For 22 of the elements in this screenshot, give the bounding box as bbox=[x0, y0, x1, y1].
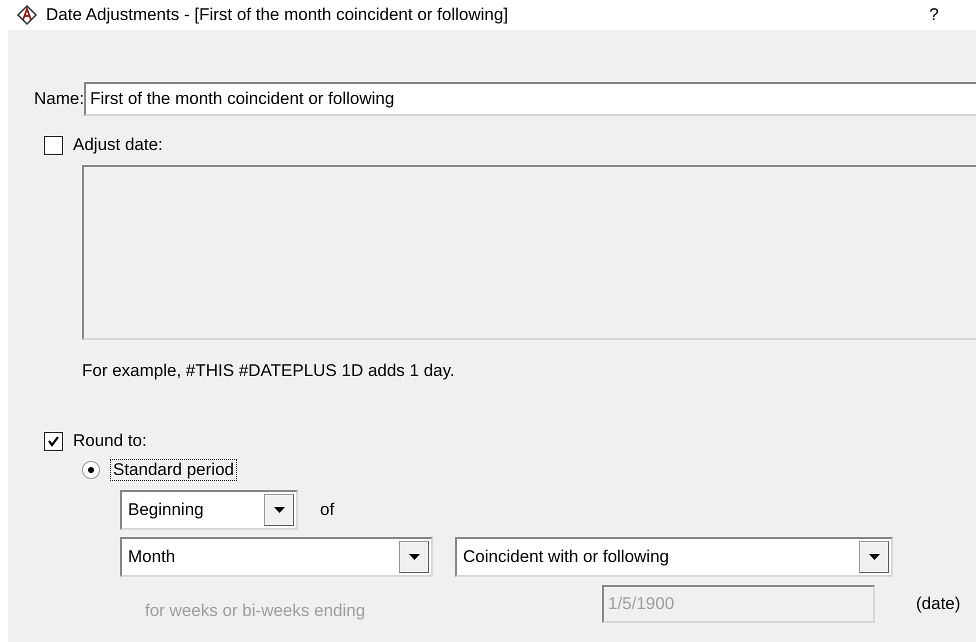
window-title: Date Adjustments - [First of the month coincident or following] bbox=[46, 5, 510, 25]
name-field[interactable]: First of the month coincident or following bbox=[84, 82, 976, 116]
checkbox-label: Round to: bbox=[73, 431, 147, 451]
example-text: For example, #THIS #DATEPLUS 1D adds 1 day. bbox=[82, 361, 455, 381]
checkbox[interactable] bbox=[44, 136, 63, 154]
week-ending-label: for weeks or bi-weeks ending bbox=[145, 601, 366, 621]
checkbox-label: Adjust date: bbox=[73, 135, 163, 155]
check-icon bbox=[47, 434, 60, 448]
dropdown-arrow-icon bbox=[274, 507, 284, 513]
name-label: Name: bbox=[34, 89, 84, 109]
period-dropdown[interactable]: Month bbox=[120, 537, 433, 577]
checkbox[interactable] bbox=[44, 432, 63, 450]
radio-button[interactable] bbox=[82, 461, 100, 479]
date-unit-label: (date) bbox=[916, 594, 960, 614]
dropdown-arrow-icon bbox=[408, 554, 420, 560]
position-dropdown[interactable]: Beginning bbox=[120, 490, 298, 530]
radio-label: Standard period bbox=[110, 459, 237, 481]
dropdown-arrow-icon bbox=[868, 554, 880, 560]
of-label: of bbox=[320, 500, 334, 520]
app-logo-icon bbox=[16, 4, 38, 26]
help-button[interactable]: ? bbox=[922, 5, 946, 25]
direction-dropdown[interactable]: Coincident with or following bbox=[455, 537, 893, 577]
